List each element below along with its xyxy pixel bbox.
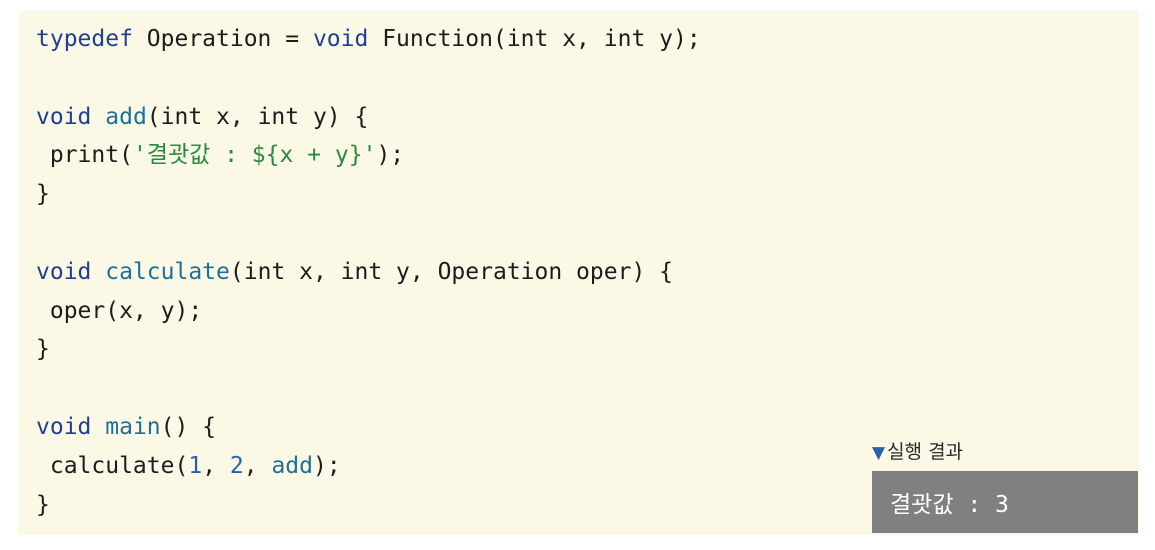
code-token-plain: oper(x, y); <box>36 297 203 324</box>
code-panel: typedef Operation = void Function(int x,… <box>18 11 1139 535</box>
code-line: oper(x, y); <box>36 292 701 331</box>
code-token-plain: Function(int x, int y); <box>368 26 701 52</box>
code-token-num: 1 <box>188 452 203 479</box>
code-token-plain: , <box>243 452 272 479</box>
result-heading-label: 실행 결과 <box>887 441 964 463</box>
code-token-plain: , <box>202 452 230 479</box>
code-token-plain: } <box>36 491 50 518</box>
code-token-plain: Operation = <box>132 26 313 52</box>
code-token-fn: calculate <box>105 258 230 285</box>
code-token-plain: (int x, int y) { <box>146 103 369 130</box>
code-token-plain: print( <box>36 142 133 169</box>
code-token-plain: calculate( <box>36 452 189 479</box>
code-token-kw: void <box>36 258 92 285</box>
result-output-text: 결괏값 : 3 <box>890 492 1009 518</box>
result-output-box: 결괏값 : 3 <box>872 471 1138 533</box>
code-line: print('결괏값 : ${x + y}'); <box>36 136 701 175</box>
code-token-str: '결괏값 : ${x + y}' <box>132 142 377 169</box>
code-line: void add(int x, int y) { <box>36 98 701 137</box>
code-token-plain: (int x, int y, Operation oper) { <box>229 258 673 285</box>
code-line: } <box>36 175 701 214</box>
code-token-plain: ); <box>313 452 341 479</box>
code-line: void main() { <box>36 408 701 447</box>
result-heading: ▼ 실행 결과 <box>872 437 963 464</box>
code-line: void calculate(int x, int y, Operation o… <box>36 253 701 292</box>
code-block: typedef Operation = void Function(int x,… <box>36 20 701 524</box>
code-token-kw: void <box>36 103 92 130</box>
code-token-kw: typedef <box>36 26 133 52</box>
code-token-kw: void <box>312 26 369 52</box>
code-line: } <box>36 330 701 369</box>
code-token-plain: () { <box>160 413 217 440</box>
code-token-fn: add <box>271 452 313 479</box>
code-token-plain: } <box>36 336 50 363</box>
code-token-fn: add <box>105 103 147 130</box>
code-token-kw: void <box>36 413 92 440</box>
triangle-down-icon: ▼ <box>872 443 886 463</box>
code-token-fn: main <box>105 413 161 440</box>
code-line: typedef Operation = void Function(int x,… <box>36 20 701 59</box>
code-token-plain: ); <box>376 142 405 169</box>
code-token-plain: } <box>36 181 50 208</box>
code-token-num: 2 <box>229 452 244 479</box>
code-line: calculate(1, 2, add); <box>36 447 701 486</box>
code-line: } <box>36 486 701 525</box>
